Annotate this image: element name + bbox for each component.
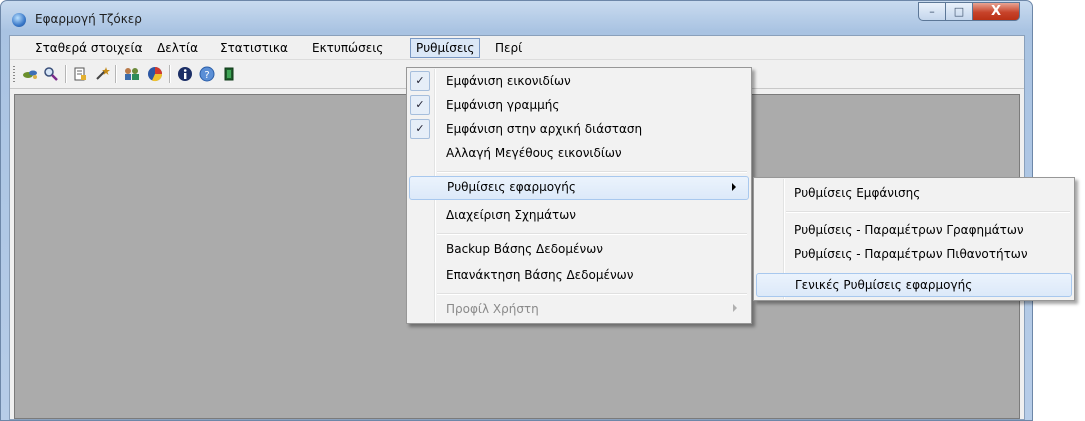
check-icon: ✓ — [410, 95, 430, 115]
menu-item-manage-schemes[interactable]: Διαχείριση Σχημάτων — [409, 204, 749, 228]
svg-text:?: ? — [204, 70, 209, 81]
menu-item-label: Εμφάνιση γραμμής — [446, 98, 560, 112]
menu-separator — [437, 171, 747, 173]
menu-fixed-data[interactable]: Σταθερά στοιχεία — [30, 39, 148, 58]
close-button[interactable]: X — [972, 2, 1020, 21]
caption-buttons: – □ X — [918, 2, 1020, 21]
menu-item-show-bar[interactable]: ✓ Εμφάνιση γραμμής — [409, 94, 749, 118]
submenu-item-general-settings[interactable]: Γενικές Ρυθμίσεις εφαρμογής — [756, 273, 1072, 297]
title-bar[interactable]: Εφαρμογή Τζόκερ – □ X — [1, 1, 1032, 35]
app-icon[interactable] — [12, 13, 26, 27]
minimize-icon: – — [929, 5, 935, 18]
menu-item-label: Προφίλ Χρήστη — [446, 302, 539, 316]
wand-icon[interactable] — [94, 66, 110, 82]
app-settings-submenu: Ρυθμίσεις Εμφάνισης Ρυθμίσεις - Παραμέτρ… — [753, 177, 1075, 301]
menu-item-icon-size[interactable]: Αλλαγή Μεγέθους εικονιδίων — [409, 142, 749, 166]
toolbar-separator — [115, 65, 117, 83]
menu-item-label: Ρυθμίσεις - Παραμέτρων Πιθανοτήτων — [794, 247, 1028, 261]
menu-item-label: Γενικές Ρυθμίσεις εφαρμογής — [795, 278, 973, 292]
submenu-item-display-settings[interactable]: Ρυθμίσεις Εμφάνισης — [756, 181, 1072, 205]
maximize-button[interactable]: □ — [945, 2, 972, 21]
menu-item-label: Ρυθμίσεις Εμφάνισης — [794, 186, 921, 200]
menu-item-label: Εμφάνιση στην αρχική διάσταση — [446, 122, 643, 136]
menu-item-label: Backup Βάσης Δεδομένων — [446, 242, 603, 256]
foot-icon[interactable] — [22, 66, 38, 82]
menu-item-restore-db[interactable]: Επανάκτηση Βάσης Δεδομένων — [409, 264, 749, 288]
exit-icon[interactable] — [221, 66, 237, 82]
menu-item-original-size[interactable]: ✓ Εμφάνιση στην αρχική διάσταση — [409, 118, 749, 142]
menu-item-label: Επανάκτηση Βάσης Δεδομένων — [446, 268, 634, 282]
submenu-arrow-icon — [732, 183, 736, 191]
menu-item-label: Διαχείριση Σχημάτων — [446, 208, 577, 222]
menu-settings[interactable]: Ρυθμίσεις — [410, 38, 481, 58]
settings-menu: ✓ Εμφάνιση εικονιδίων ✓ Εμφάνιση γραμμής… — [406, 67, 752, 324]
submenu-item-probability-params[interactable]: Ρυθμίσεις - Παραμέτρων Πιθανοτήτων — [756, 242, 1072, 266]
chart-icon[interactable] — [146, 66, 164, 82]
document-icon[interactable] — [72, 66, 88, 82]
menu-tickets[interactable]: Δελτία — [152, 39, 203, 58]
submenu-item-chart-params[interactable]: Ρυθμίσεις - Παραμέτρων Γραφημάτων — [756, 218, 1072, 242]
help-icon[interactable]: ? — [199, 66, 215, 82]
menu-statistics[interactable]: Στατιστικα — [215, 39, 293, 58]
menu-separator — [786, 211, 1070, 213]
toolbar-separator — [65, 65, 67, 83]
menu-about[interactable]: Περί — [490, 39, 527, 58]
menu-separator — [437, 233, 747, 235]
menu-item-backup-db[interactable]: Backup Βάσης Δεδομένων — [409, 238, 749, 262]
menu-bar: Σταθερά στοιχεία Δελτία Στατιστικα Εκτυπ… — [10, 36, 1024, 60]
menu-printouts[interactable]: Εκτυπώσεις — [307, 39, 388, 58]
menu-item-label: Ρυθμίσεις εφαρμογής — [447, 180, 576, 194]
maximize-icon: □ — [953, 5, 965, 18]
check-icon: ✓ — [410, 119, 430, 139]
magnifier-icon[interactable] — [43, 66, 59, 82]
people-icon[interactable] — [123, 66, 141, 82]
close-icon: X — [990, 4, 1002, 19]
menu-item-label: Ρυθμίσεις - Παραμέτρων Γραφημάτων — [794, 223, 1024, 237]
minimize-button[interactable]: – — [918, 2, 945, 21]
check-icon: ✓ — [410, 71, 430, 91]
menu-item-label: Αλλαγή Μεγέθους εικονιδίων — [446, 146, 622, 160]
window-title: Εφαρμογή Τζόκερ — [35, 12, 142, 26]
toolbar-grip[interactable] — [13, 66, 15, 82]
info-icon[interactable] — [177, 66, 193, 82]
submenu-arrow-icon — [733, 304, 737, 312]
toolbar-separator — [169, 65, 171, 83]
menu-item-user-profile: Προφίλ Χρήστη — [409, 298, 749, 322]
menu-item-label: Εμφάνιση εικονιδίων — [446, 74, 571, 88]
menu-item-app-settings[interactable]: Ρυθμίσεις εφαρμογής — [409, 176, 749, 200]
menu-item-show-icons[interactable]: ✓ Εμφάνιση εικονιδίων — [409, 70, 749, 94]
menu-separator — [437, 293, 747, 295]
